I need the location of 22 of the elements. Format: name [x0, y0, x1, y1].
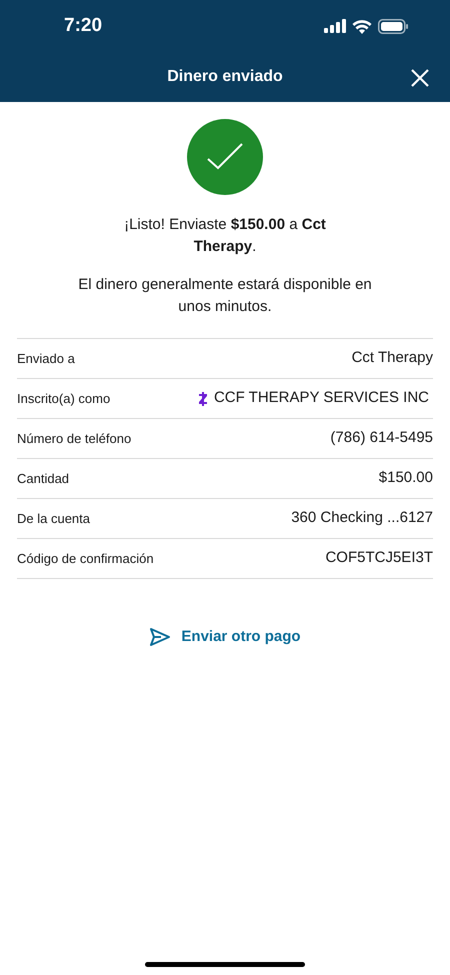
detail-value: Cct Therapy — [352, 348, 433, 368]
detail-label: Número de teléfono — [17, 430, 132, 448]
close-icon — [410, 68, 430, 88]
detail-label: Cantidad — [17, 470, 70, 488]
detail-value: CCF THERAPY SERVICES INC — [214, 388, 430, 408]
page-title: Dinero enviado — [167, 67, 283, 87]
send-icon — [149, 627, 172, 648]
detail-value: 360 Checking ...6127 — [291, 508, 433, 528]
battery-icon — [378, 18, 408, 34]
detail-label: De la cuenta — [17, 510, 90, 528]
detail-value: COF5TCJ5EI3T — [325, 548, 433, 568]
detail-label: Enviado a — [17, 350, 75, 368]
confirmation-message: ¡Listo! Enviaste $150.00 a Cct Therapy. — [123, 215, 327, 257]
detail-value: $150.00 — [378, 468, 433, 488]
detail-label: Inscrito(a) como — [17, 390, 110, 408]
availability-note: El dinero generalmente estará disponible en unos minutos. — [77, 275, 373, 317]
detail-value: (786) 614-5495 — [330, 428, 433, 448]
send-another-payment-link[interactable]: Enviar otro pago — [149, 626, 301, 648]
wifi-icon — [352, 18, 372, 34]
status-time: 7:20 — [64, 14, 102, 38]
signal-icon — [324, 19, 346, 33]
detail-label: Código de confirmación — [17, 550, 154, 568]
